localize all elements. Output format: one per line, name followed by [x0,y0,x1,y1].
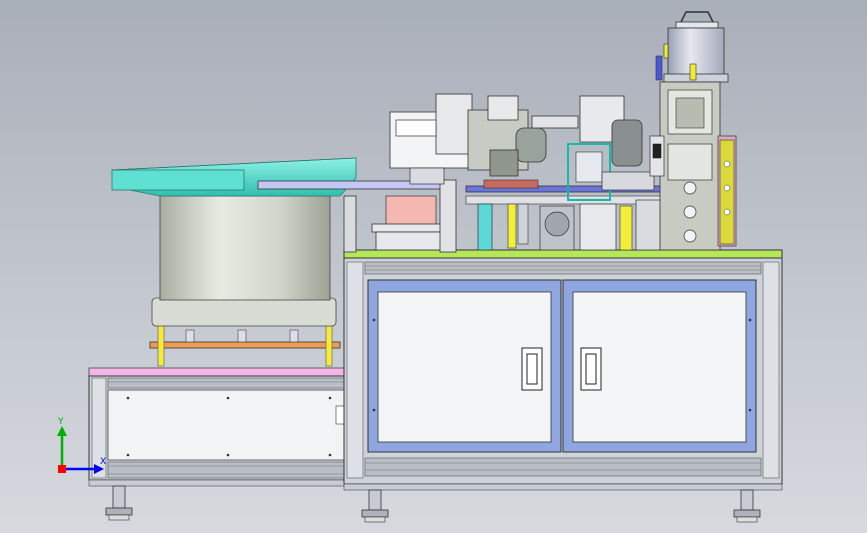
leveling-foot-left [105,485,133,521]
cad-viewport[interactable]: Y X [0,0,867,533]
machine-drawing: Y X [57,11,783,523]
x-axis-label: X [100,457,106,467]
transfer-mechanism [343,93,679,253]
leveling-foot-right [733,489,761,523]
y-axis-label: Y [57,417,64,427]
leveling-foot-center [361,489,389,523]
left-base-frame [88,367,348,487]
main-cabinet [343,249,783,491]
hopper-tower [649,11,737,251]
z-axis-marker [58,465,66,473]
